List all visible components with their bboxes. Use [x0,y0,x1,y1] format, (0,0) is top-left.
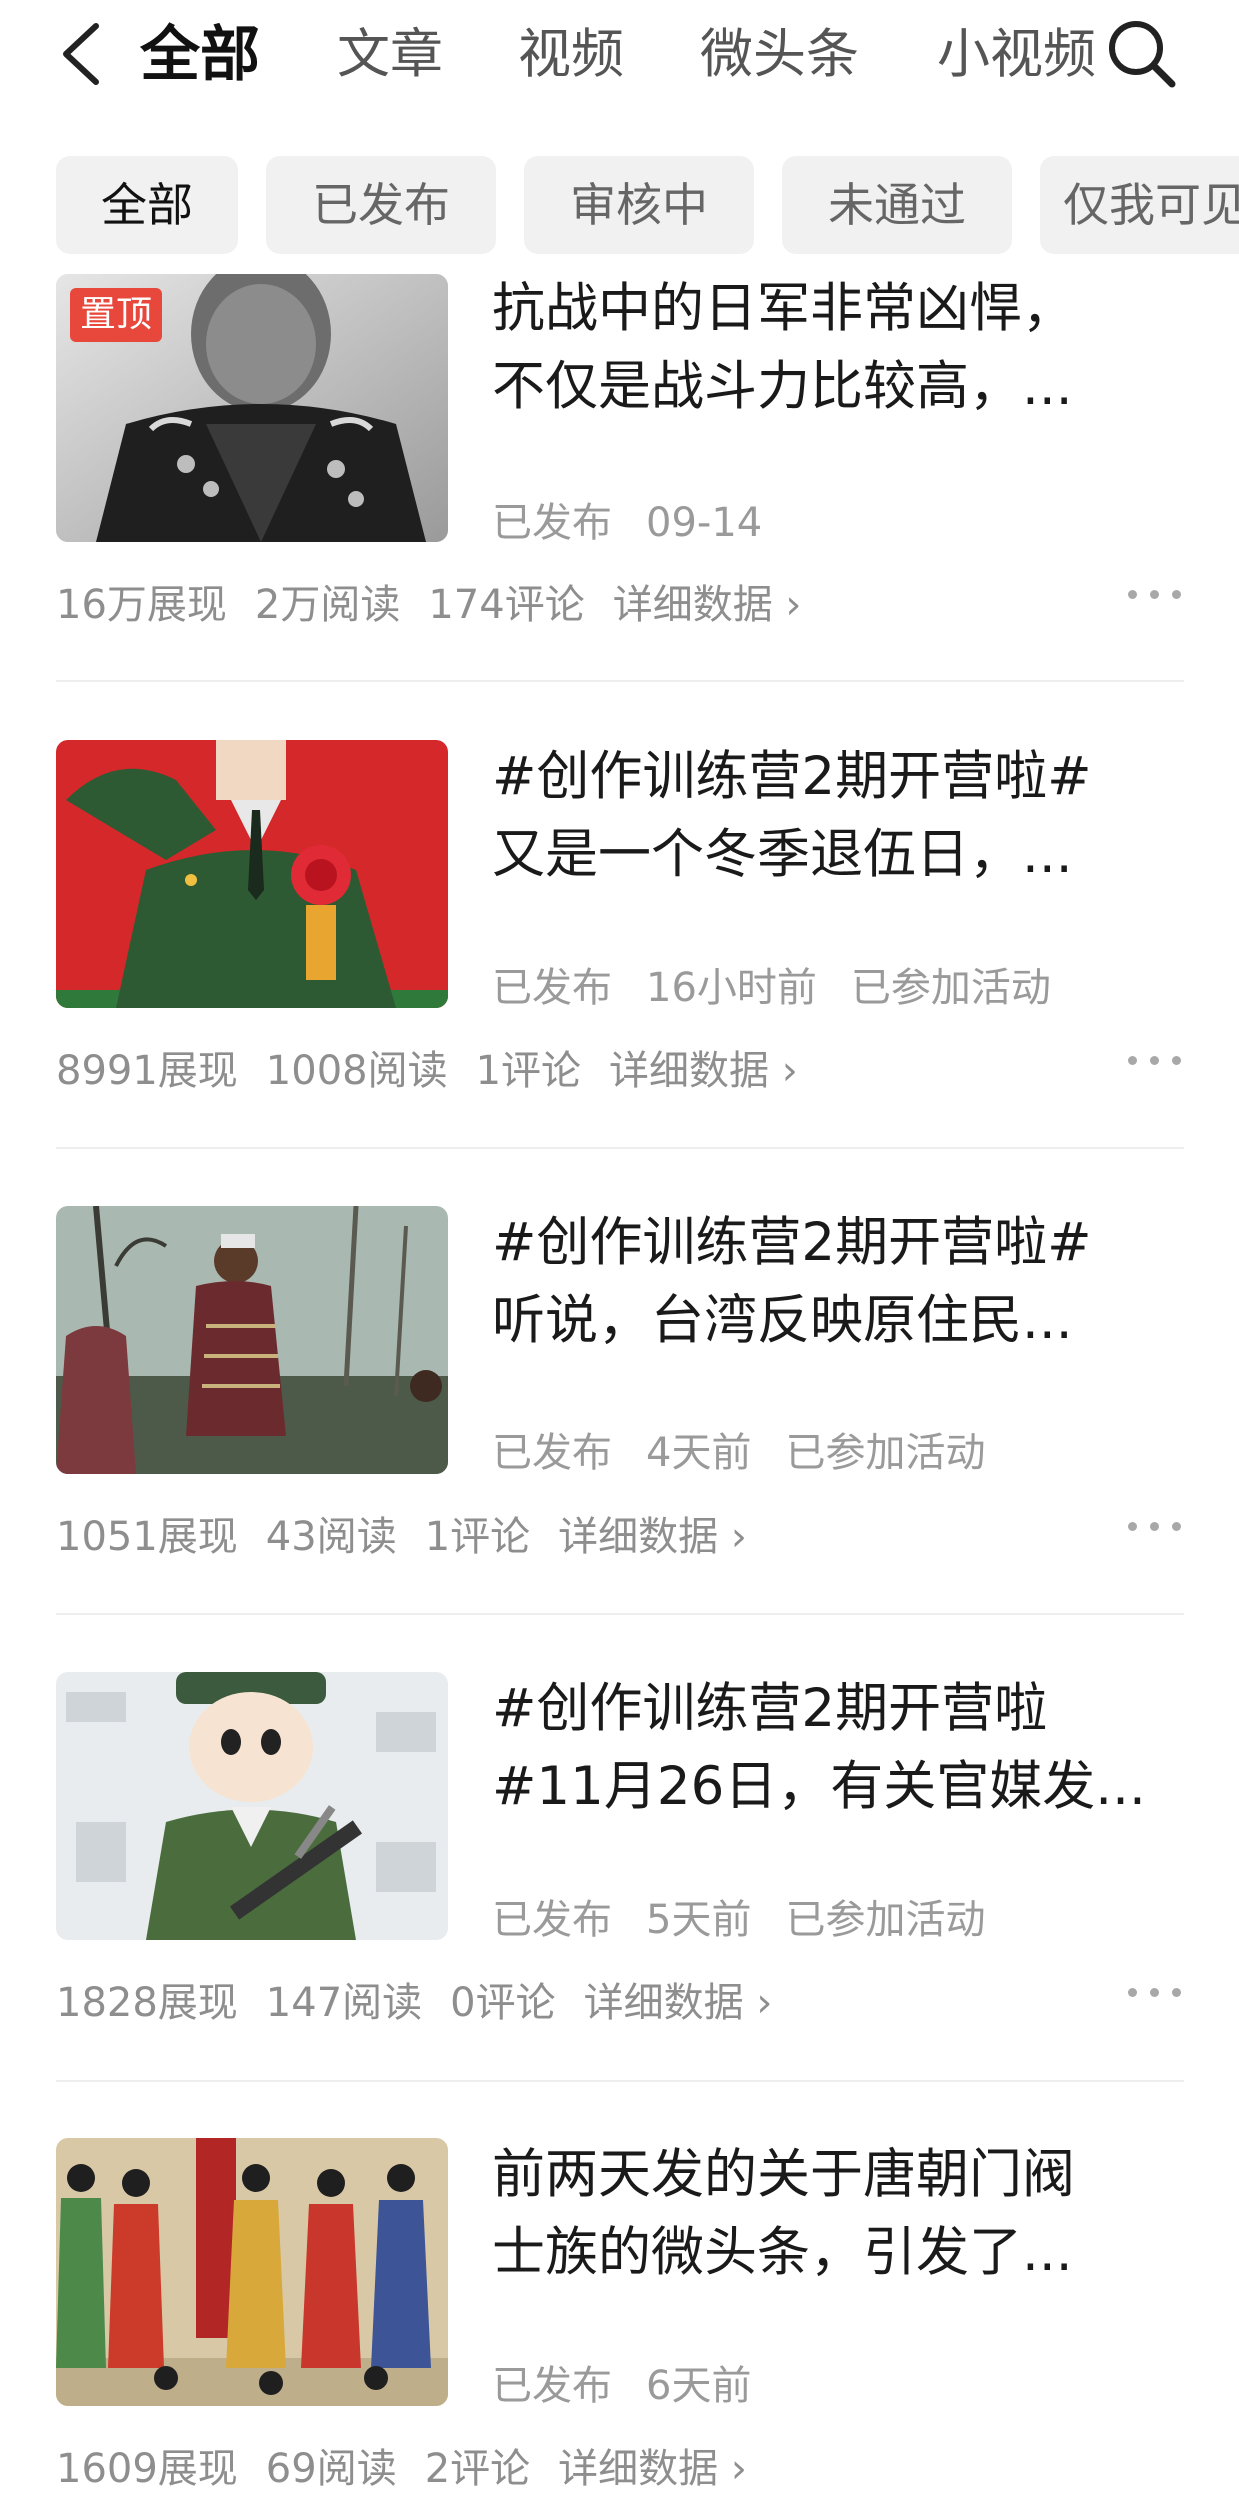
status-label: 已发布 [492,965,612,1011]
dot-icon [1172,1522,1181,1531]
cartoon-soldier-image [56,1672,448,1940]
more-options-button[interactable] [1128,580,1184,610]
dot-icon [1150,590,1159,599]
thumbnail-image[interactable] [56,1206,448,1474]
thumbnail-image[interactable] [56,2138,448,2406]
dot-icon [1172,590,1181,599]
impressions-count: 16万展现 [56,582,227,628]
item-stats: 8991展现 1008阅读 1评论 详细数据 › [56,1038,826,1096]
comments-count: 1评论 [424,1514,531,1560]
item-meta: 已发布 09-14 [492,490,796,548]
dot-icon [1172,1056,1181,1065]
publish-time: 6天前 [646,2363,752,2409]
item-stats: 16万展现 2万阅读 174评论 详细数据 › [56,572,829,630]
impressions-count: 1609展现 [56,2446,238,2492]
status-label: 已发布 [492,1430,612,1476]
item-meta: 已发布 4天前 已参加活动 [492,1420,1019,1478]
reads-count: 2万阅读 [254,582,401,628]
item-stats: 1609展现 69阅读 2评论 详细数据 › [56,2436,775,2494]
item-title[interactable]: 前两天发的关于唐朝门阀 士族的微头条，引发了... [492,2136,1197,2292]
divider [56,1613,1184,1615]
list-item: 前两天发的关于唐朝门阀 士族的微头条，引发了... 已发布 6天前 1609展现 6… [0,0,1239,2492]
dot-icon [1128,1988,1137,1997]
reads-count: 43阅读 [265,1514,397,1560]
dot-icon [1128,1522,1137,1531]
status-label: 已发布 [492,2363,612,2409]
detail-data-link[interactable]: 详细数据 › [613,582,802,628]
dot-icon [1150,1056,1159,1065]
more-options-button[interactable] [1128,1046,1184,1076]
item-title[interactable]: #创作训练营2期开营啦# 又是一个冬季退伍日，... [492,738,1197,894]
reads-count: 147阅读 [265,1980,423,2026]
title-line: #11月26日，有关官媒发... [492,1756,1146,1817]
publish-time: 4天前 [646,1430,752,1476]
dot-icon [1128,1056,1137,1065]
title-line: 前两天发的关于唐朝门阀 [492,2144,1075,2205]
impressions-count: 1828展现 [56,1980,238,2026]
status-label: 已发布 [492,500,612,546]
comments-count: 1评论 [475,1048,582,1094]
item-meta: 已发布 6天前 [492,2353,785,2411]
item-stats: 1828展现 147阅读 0评论 详细数据 › [56,1970,800,2028]
item-title[interactable]: #创作训练营2期开营啦# 听说，台湾反映原住民... [492,1204,1197,1360]
dot-icon [1172,1988,1181,1997]
item-meta: 已发布 5天前 已参加活动 [492,1887,1019,1945]
title-line: #创作训练营2期开营啦# [492,1212,1092,1273]
divider [56,1147,1184,1149]
dot-icon [1128,590,1137,599]
item-stats: 1051展现 43阅读 1评论 详细数据 › [56,1504,775,1562]
detail-data-link[interactable]: 详细数据 › [584,1980,773,2026]
thumbnail-image[interactable] [56,1672,448,1940]
forest-villagers-image [56,1206,448,1474]
impressions-count: 1051展现 [56,1514,238,1560]
detail-data-link[interactable]: 详细数据 › [558,2446,747,2492]
divider [56,680,1184,682]
tang-officials-image [56,2138,448,2406]
impressions-count: 8991展现 [56,1048,238,1094]
reads-count: 69阅读 [265,2446,397,2492]
activity-label: 已参加活动 [785,1897,986,1943]
item-meta: 已发布 16小时前 已参加活动 [492,955,1085,1013]
thumbnail-image[interactable] [56,740,448,1008]
title-line: #创作训练营2期开营啦# [492,746,1092,807]
status-label: 已发布 [492,1897,612,1943]
dot-icon [1150,1522,1159,1531]
comments-count: 2评论 [424,2446,531,2492]
title-line: 听说，台湾反映原住民... [492,1290,1073,1351]
detail-data-link[interactable]: 详细数据 › [558,1514,747,1560]
activity-label: 已参加活动 [785,1430,986,1476]
divider [56,2080,1184,2082]
soldier-salute-image [56,740,448,1008]
detail-data-link[interactable]: 详细数据 › [609,1048,798,1094]
title-line: 又是一个冬季退伍日，... [492,824,1073,885]
title-line: #创作训练营2期开营啦 [492,1678,1048,1739]
publish-time: 16小时前 [646,965,817,1011]
title-line: 士族的微头条，引发了... [492,2222,1073,2283]
publish-time: 5天前 [646,1897,752,1943]
activity-label: 已参加活动 [850,965,1051,1011]
dot-icon [1150,1988,1159,1997]
more-options-button[interactable] [1128,1978,1184,2008]
reads-count: 1008阅读 [265,1048,448,1094]
comments-count: 174评论 [428,582,585,628]
publish-time: 09-14 [646,500,763,546]
comments-count: 0评论 [450,1980,556,2026]
more-options-button[interactable] [1128,1512,1184,1542]
item-title[interactable]: #创作训练营2期开营啦 #11月26日，有关官媒发... [492,1670,1197,1826]
